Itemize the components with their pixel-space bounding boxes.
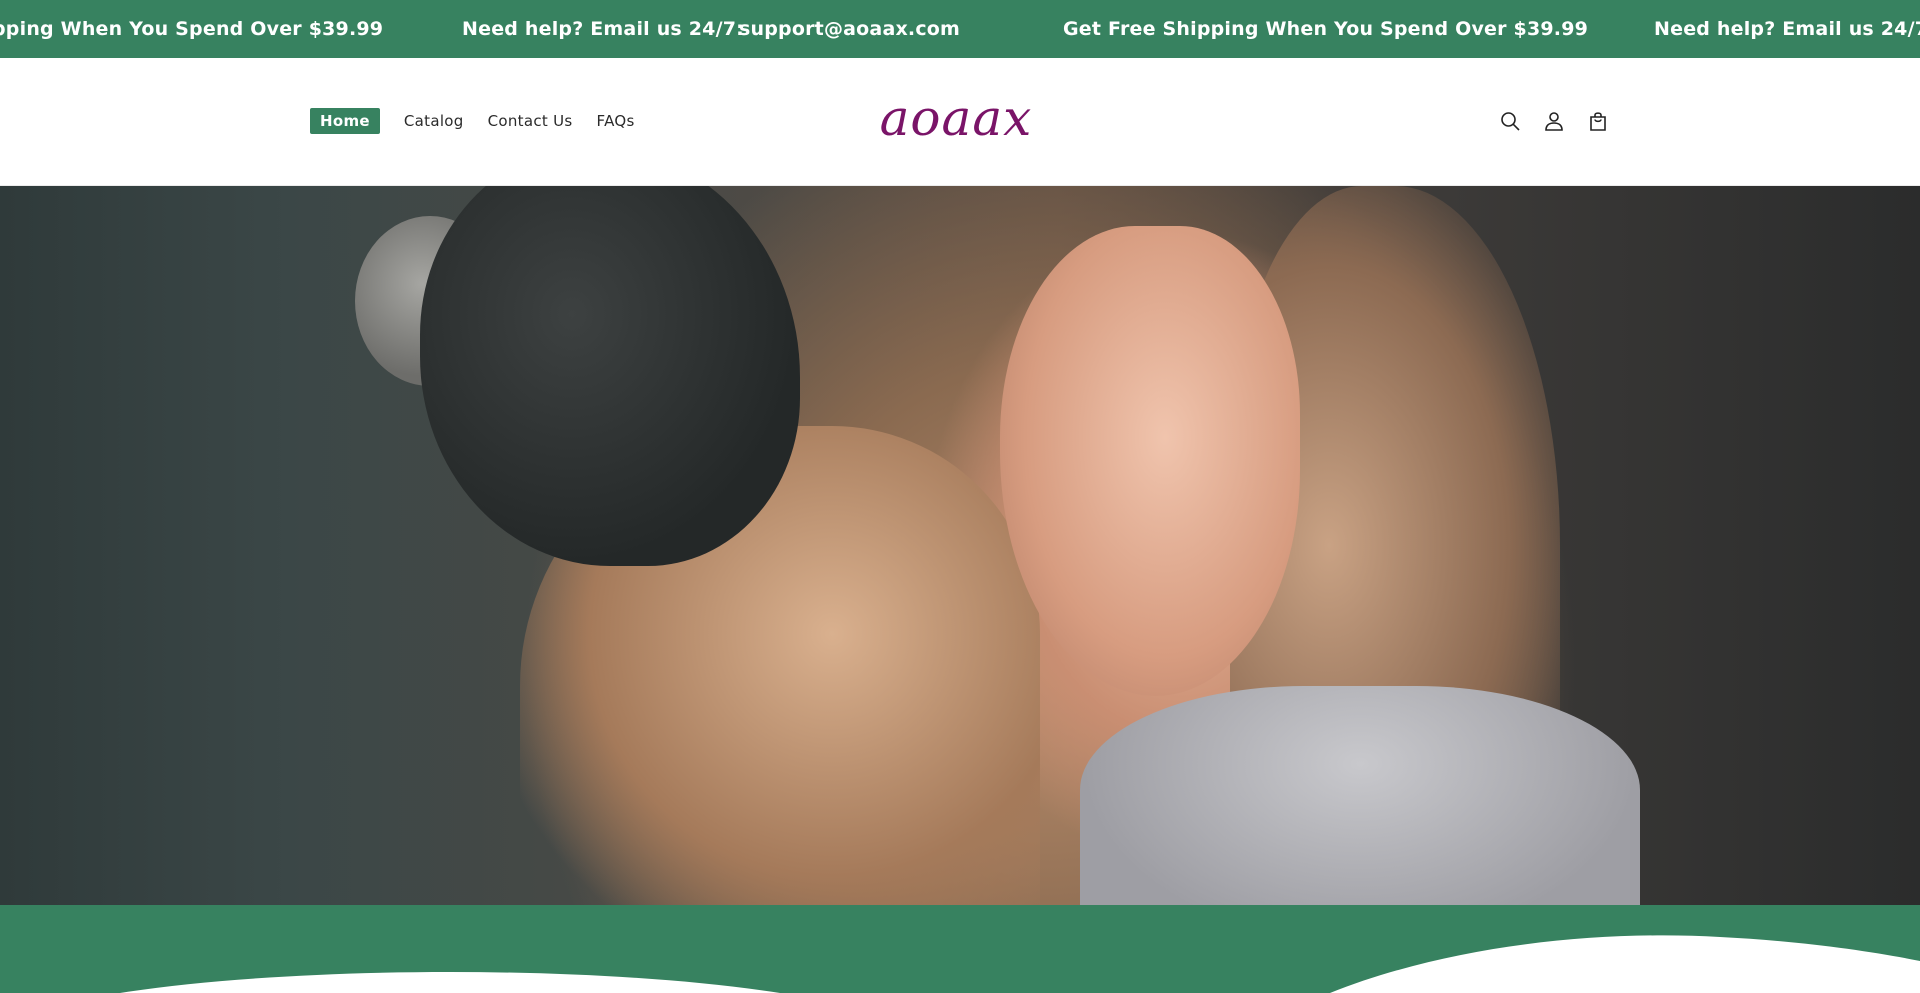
announcement-bar: pping When You Spend Over $39.99 Need he… — [0, 0, 1920, 58]
search-icon[interactable] — [1496, 107, 1524, 135]
nav-home[interactable]: Home — [310, 108, 380, 134]
site-header: Home Catalog Contact Us FAQs aoaax — [0, 58, 1920, 186]
hero-face — [1000, 226, 1300, 696]
announcement-shipping-partial: pping When You Spend Over $39.99 — [0, 18, 384, 40]
hero-coat — [1080, 686, 1640, 905]
hero-image — [0, 186, 1920, 905]
announcement-shipping: Get Free Shipping When You Spend Over $3… — [1063, 18, 1589, 40]
nav-faqs[interactable]: FAQs — [597, 112, 635, 130]
main-nav: Home Catalog Contact Us FAQs — [310, 108, 659, 134]
wave-divider-section — [0, 905, 1920, 993]
header-icons — [1496, 107, 1628, 135]
announcement-help-text: Need help? Email us 24/7: — [462, 18, 744, 40]
cart-icon[interactable] — [1584, 107, 1612, 135]
nav-catalog[interactable]: Catalog — [404, 112, 464, 130]
wave-shape — [0, 935, 1920, 993]
nav-contact-us[interactable]: Contact Us — [488, 112, 573, 130]
announcement-help-text-repeat: Need help? Email us 24/7: — [1654, 18, 1920, 40]
site-logo[interactable]: aoaax — [878, 86, 1034, 156]
announcement-email-link[interactable]: support@aoaax.com — [739, 0, 960, 58]
account-icon[interactable] — [1540, 107, 1568, 135]
hero-beanie — [420, 186, 800, 566]
